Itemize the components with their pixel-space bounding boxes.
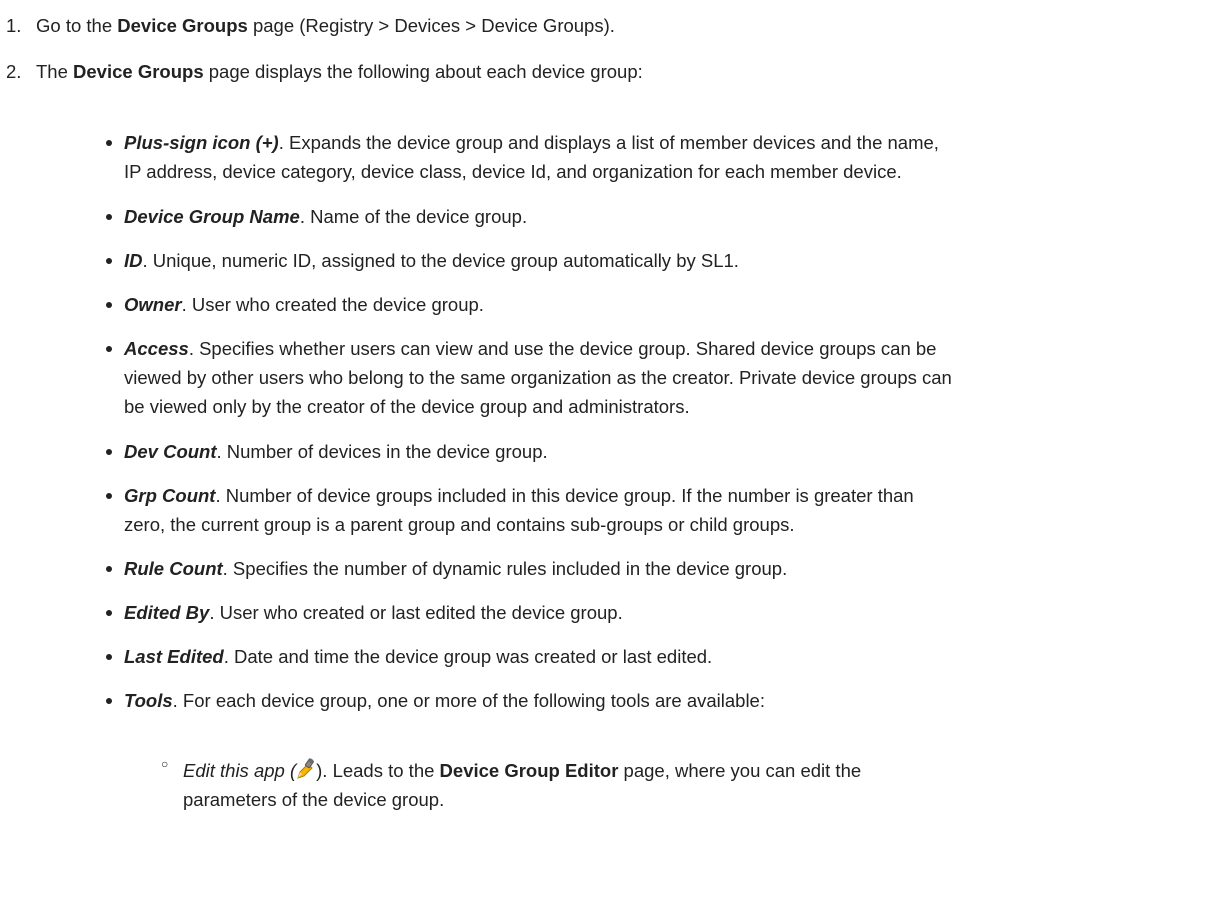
step-number: 2. [6, 61, 22, 82]
circle-bullet-icon: ○ [161, 757, 169, 771]
bullet-icon [106, 654, 112, 660]
list-item: Device Group Name. Name of the device gr… [106, 202, 1219, 231]
page-name: Device Groups [73, 61, 204, 82]
list-item: Dev Count. Number of devices in the devi… [106, 437, 1219, 466]
field-term: Grp Count [124, 485, 216, 506]
field-term: Access [124, 338, 189, 359]
step-number: 1. [6, 15, 22, 36]
bullet-icon [106, 610, 112, 616]
bullet-icon [106, 493, 112, 499]
bullet-icon [106, 566, 112, 572]
field-term: Dev Count [124, 441, 217, 462]
list-item: Access. Specifies whether users can view… [106, 334, 1219, 421]
field-term: Plus-sign icon (+) [124, 132, 279, 153]
step-text: Go to the Device Groups page (Registry >… [36, 15, 615, 36]
step-text: The Device Groups page displays the foll… [36, 61, 643, 82]
page-name: Device Group Editor [439, 760, 619, 781]
bullet-icon [106, 140, 112, 146]
list-item: Rule Count. Specifies the number of dyna… [106, 554, 1219, 583]
list-item: Owner. User who created the device group… [106, 290, 1219, 319]
field-term: Owner [124, 294, 182, 315]
field-term: Device Group Name [124, 206, 300, 227]
edit-wrench-pencil-icon [296, 758, 316, 780]
list-item: Grp Count. Number of device groups inclu… [106, 481, 1219, 539]
field-term: Tools [124, 690, 173, 711]
bullet-icon [106, 302, 112, 308]
sub-list-item: ○ Edit this app ( ). Leads to the Device… [161, 757, 862, 810]
document: 1. Go to the Device Groups page (Registr… [0, 0, 1226, 899]
page-name: Device Groups [117, 15, 248, 36]
list-item: ID. Unique, numeric ID, assigned to the … [106, 246, 1219, 275]
list-item: Last Edited. Date and time the device gr… [106, 642, 1219, 671]
bullet-icon [106, 258, 112, 264]
bullet-icon [106, 698, 112, 704]
list-item: Plus-sign icon (+). Expands the device g… [106, 128, 1219, 186]
field-term: ID [124, 250, 143, 271]
bullet-icon [106, 214, 112, 220]
bullet-icon [106, 449, 112, 455]
list-item: Edited By. User who created or last edit… [106, 598, 1219, 627]
bullet-icon [106, 346, 112, 352]
list-item: Tools. For each device group, one or mor… [106, 686, 1219, 715]
field-term: Edited By [124, 602, 210, 623]
field-term: Rule Count [124, 558, 223, 579]
field-term: Last Edited [124, 646, 224, 667]
